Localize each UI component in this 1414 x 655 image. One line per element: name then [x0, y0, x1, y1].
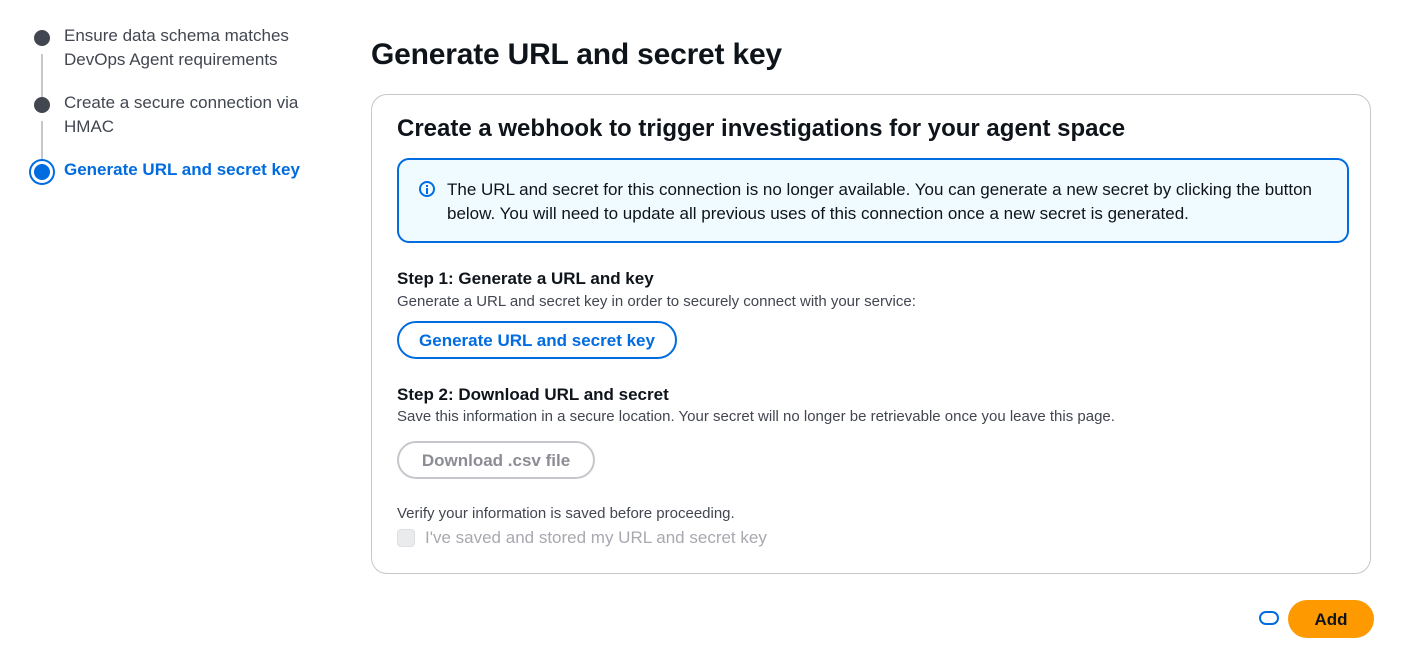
wizard-stepper: Ensure data schema matches DevOps Agent …	[30, 24, 330, 183]
saved-confirmation-checkbox-row[interactable]: I've saved and stored my URL and secret …	[397, 528, 767, 548]
verify-text: Verify your information is saved before …	[397, 505, 735, 522]
page-title: Generate URL and secret key	[371, 38, 782, 71]
step1-description: Generate a URL and secret key in order t…	[397, 293, 916, 310]
step-complete-dot-icon	[34, 30, 50, 46]
alert-text: The URL and secret for this connection i…	[447, 180, 1313, 223]
stepper-item-label: Ensure data schema matches DevOps Agent …	[64, 26, 289, 69]
stepper-item-label: Generate URL and secret key	[64, 160, 300, 179]
stepper-item-generate-url[interactable]: Generate URL and secret key	[30, 158, 330, 183]
webhook-card: Create a webhook to trigger investigatio…	[371, 94, 1371, 574]
checkbox-label: I've saved and stored my URL and secret …	[425, 528, 767, 547]
saved-confirmation-checkbox[interactable]	[397, 529, 415, 547]
stepper-item-secure-connection[interactable]: Create a secure connection via HMAC	[30, 91, 330, 139]
generate-url-button[interactable]: Generate URL and secret key	[397, 321, 677, 359]
stepper-item-label: Create a secure connection via HMAC	[64, 93, 299, 136]
stepper-item-data-schema[interactable]: Ensure data schema matches DevOps Agent …	[30, 24, 330, 72]
info-icon	[419, 181, 435, 197]
info-alert: The URL and secret for this connection i…	[397, 158, 1349, 243]
step2-heading: Step 2: Download URL and secret	[397, 385, 669, 404]
card-title: Create a webhook to trigger investigatio…	[397, 115, 1126, 142]
step2-description: Save this information in a secure locati…	[397, 408, 1115, 425]
download-csv-button[interactable]: Download .csv file	[397, 441, 595, 479]
step1-heading: Step 1: Generate a URL and key	[397, 269, 654, 288]
add-button[interactable]: Add	[1288, 600, 1374, 638]
step-complete-dot-icon	[34, 97, 50, 113]
loading-indicator-icon	[1259, 611, 1279, 625]
step-current-dot-icon	[31, 161, 53, 183]
